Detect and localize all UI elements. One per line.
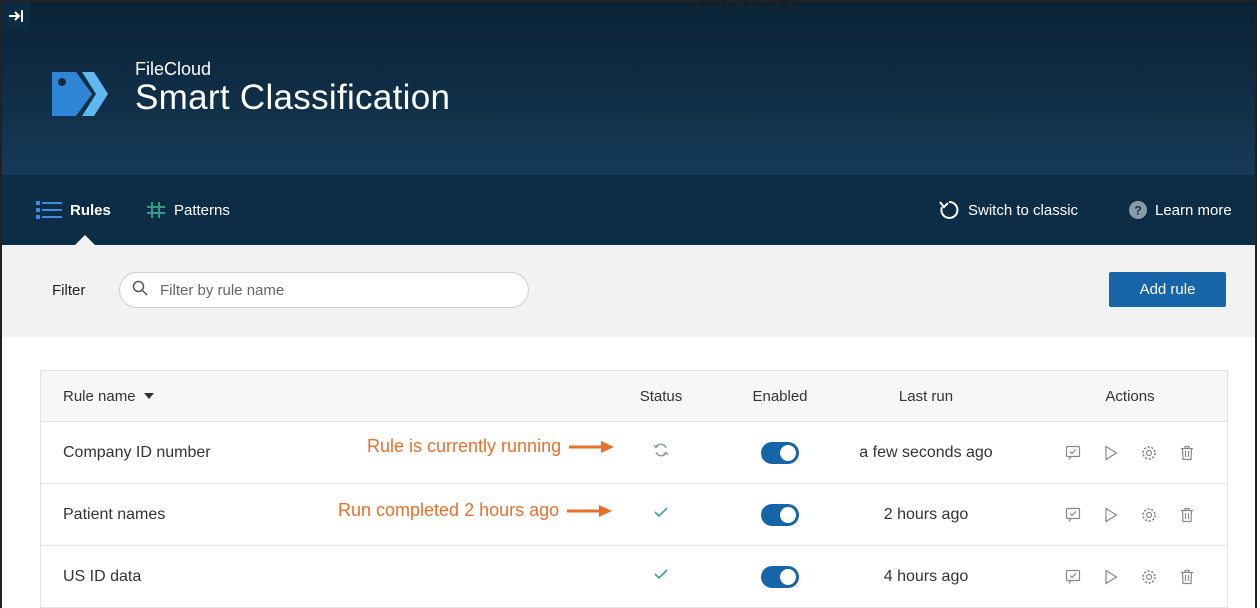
rules-table: Rule name Status Enabled Last run Action… — [40, 370, 1228, 608]
col-last-run: Last run — [898, 387, 954, 405]
search-icon — [132, 280, 148, 301]
active-tab-indicator — [75, 235, 95, 245]
last-run: 2 hours ago — [883, 505, 969, 523]
status-cell — [601, 484, 721, 545]
rule-name: US ID data — [63, 567, 142, 585]
review-icon[interactable] — [1064, 444, 1082, 462]
last-run: a few seconds ago — [859, 443, 993, 461]
switch-label: Switch to classic — [968, 201, 1079, 219]
toggle-switch — [761, 503, 799, 526]
arrow-right-icon — [567, 504, 613, 518]
enabled-toggle[interactable] — [735, 422, 825, 483]
settings-icon[interactable] — [1140, 568, 1158, 586]
running-icon — [653, 442, 669, 463]
filter-label: Filter — [52, 282, 86, 299]
annotation-completed-text: Run completed 2 hours ago — [338, 500, 560, 520]
sort-desc-icon — [143, 393, 154, 399]
filter-bar: Filter Add rule — [2, 245, 1255, 337]
trash-icon[interactable] — [1178, 506, 1196, 524]
app-title: Smart Classification — [135, 78, 451, 117]
check-icon — [653, 505, 669, 524]
app-frame: FileCloud Smart Classification y on the … — [0, 0, 1257, 608]
enabled-toggle[interactable] — [735, 484, 825, 545]
tab-rules-label: Rules — [70, 201, 111, 219]
enabled-toggle[interactable] — [735, 546, 825, 607]
review-icon[interactable] — [1064, 568, 1082, 586]
col-enabled: Enabled — [752, 387, 808, 405]
col-actions: Actions — [1105, 387, 1155, 405]
col-rule-name-label: Rule name — [63, 387, 136, 405]
filter-field — [119, 272, 529, 308]
switch-to-classic-link[interactable]: Switch to classic — [938, 175, 1078, 245]
run-icon[interactable] — [1102, 444, 1120, 462]
filecloud-logo — [48, 62, 108, 127]
table-row: Patient names 2 hours ago — [41, 484, 1227, 546]
table-row: Company ID number a few seconds ago — [41, 422, 1227, 484]
rule-name: Company ID number — [63, 443, 211, 461]
col-status: Status — [639, 387, 683, 405]
toggle-switch — [761, 441, 799, 464]
learn-more-link[interactable]: ? Learn more — [1129, 175, 1232, 245]
annotation-running-text: Rule is currently running — [367, 436, 562, 456]
tab-rules[interactable]: Rules — [36, 175, 111, 245]
learn-label: Learn more — [1155, 201, 1232, 219]
col-rule-name[interactable]: Rule name — [63, 371, 154, 421]
list-icon — [36, 199, 62, 221]
check-icon — [653, 567, 669, 586]
rule-name: Patient names — [63, 505, 166, 523]
tab-patterns-label: Patterns — [174, 201, 230, 219]
review-icon[interactable] — [1064, 506, 1082, 524]
table-header: Rule name Status Enabled Last run Action… — [41, 371, 1227, 422]
filter-input[interactable] — [158, 280, 502, 300]
brand-name: FileCloud — [135, 59, 212, 79]
table-row: US ID data 4 hours ago — [41, 546, 1227, 608]
cropped-text: y on the ly g — [692, 0, 800, 13]
hash-icon — [146, 201, 166, 219]
arrow-right-icon — [569, 440, 615, 454]
annotation-completed: Run completed 2 hours ago — [338, 500, 613, 521]
tab-patterns[interactable]: Patterns — [146, 175, 230, 245]
actions-cell — [1055, 484, 1205, 545]
settings-icon[interactable] — [1140, 506, 1158, 524]
annotation-running: Rule is currently running — [367, 436, 615, 457]
status-cell — [601, 422, 721, 483]
add-rule-button[interactable]: Add rule — [1109, 272, 1226, 307]
run-icon[interactable] — [1102, 506, 1120, 524]
help-icon: ? — [1129, 201, 1147, 219]
svg-text:?: ? — [1134, 204, 1141, 218]
toggle-switch — [761, 565, 799, 588]
actions-cell — [1055, 546, 1205, 607]
hero-banner: FileCloud Smart Classification — [2, 2, 1255, 175]
run-icon[interactable] — [1102, 568, 1120, 586]
settings-icon[interactable] — [1140, 444, 1158, 462]
expand-sidebar-icon[interactable] — [2, 2, 30, 30]
status-cell — [601, 546, 721, 607]
actions-cell — [1055, 422, 1205, 483]
trash-icon[interactable] — [1178, 444, 1196, 462]
trash-icon[interactable] — [1178, 568, 1196, 586]
main-nav: Rules Patterns Switch to classic ? Learn… — [2, 175, 1255, 245]
refresh-icon — [938, 199, 960, 221]
last-run: 4 hours ago — [883, 567, 969, 585]
